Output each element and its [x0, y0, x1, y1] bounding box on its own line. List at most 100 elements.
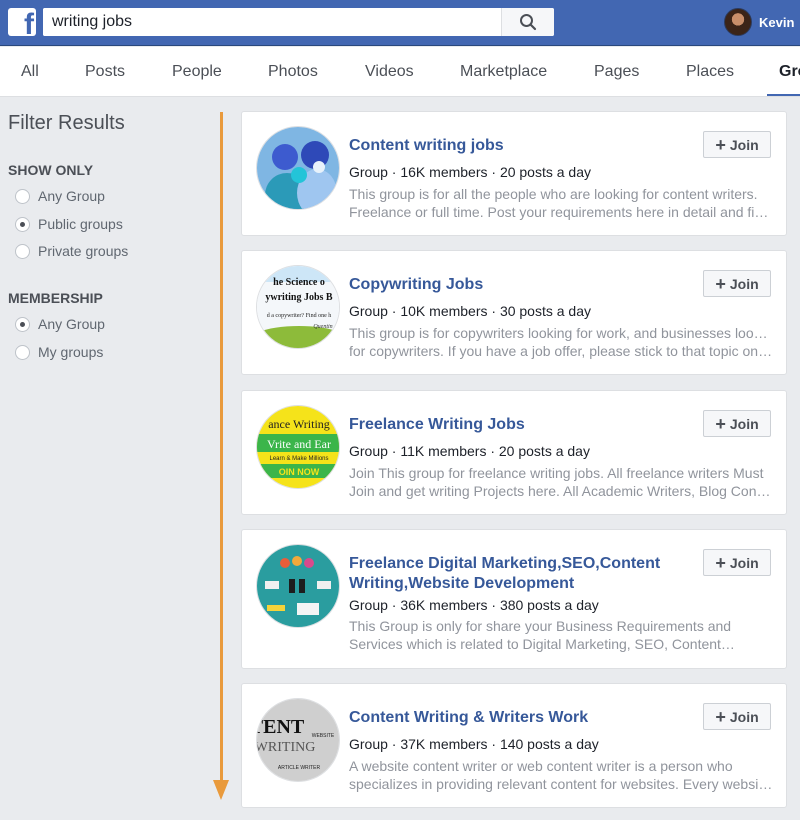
- description-line: Join and get writing Projects here. All …: [349, 483, 774, 499]
- tab-groups[interactable]: Groups: [767, 47, 800, 96]
- group-description: This group is for all the people who are…: [349, 185, 774, 221]
- group-title-link[interactable]: Copywriting Jobs: [349, 275, 689, 295]
- radio-label: Public groups: [38, 216, 123, 232]
- group-meta: Group · 37K members · 140 posts a day: [349, 736, 599, 752]
- search-input[interactable]: [43, 8, 501, 36]
- group-cover-image[interactable]: [256, 126, 340, 210]
- result-card: Freelance Digital Marketing,SEO,Content …: [241, 529, 787, 669]
- group-meta: Group · 16K members · 20 posts a day: [349, 164, 591, 180]
- facebook-logo-icon[interactable]: f: [8, 8, 36, 36]
- description-line: This group is for copywriters looking fo…: [349, 325, 774, 341]
- join-label: Join: [729, 136, 759, 153]
- radio-button-checked[interactable]: [15, 216, 30, 232]
- filter-title: Filter Results: [8, 112, 125, 134]
- group-title-link[interactable]: Freelance Digital Marketing,SEO,Content …: [349, 554, 689, 594]
- membership-my-groups[interactable]: My groups: [15, 343, 103, 361]
- show-only-heading: SHOW ONLY: [8, 162, 94, 178]
- join-label: Join: [729, 415, 759, 432]
- description-line: Services which is related to Digital Mar…: [349, 636, 735, 652]
- tab-marketplace[interactable]: Marketplace: [460, 47, 547, 96]
- description-line: This group is for all the people who are…: [349, 186, 758, 202]
- membership-any-group[interactable]: Any Group: [15, 315, 105, 333]
- group-description: A website content writer or web content …: [349, 757, 774, 793]
- cover-text: he Science o: [273, 277, 325, 288]
- cover-text: TENT: [257, 716, 305, 738]
- filter-public-groups[interactable]: Public groups: [15, 215, 123, 233]
- plus-icon: +: [715, 706, 726, 727]
- description-line: specializes in providing relevant conten…: [349, 776, 774, 792]
- search-tabs: All Posts People Photos Videos Marketpla…: [0, 47, 800, 97]
- cover-text: WEBSITE: [312, 733, 335, 739]
- description-line: A website content writer or web content …: [349, 758, 733, 774]
- plus-icon: +: [715, 552, 726, 573]
- group-meta: Group · 11K members · 20 posts a day: [349, 443, 590, 459]
- description-line: This Group is only for share your Busine…: [349, 618, 732, 634]
- search-box: [43, 8, 554, 36]
- group-meta: Group · 10K members · 30 posts a day: [349, 303, 591, 319]
- facebook-logo-glyph: f: [24, 8, 34, 37]
- scroll-arrow-head-icon: [213, 780, 229, 800]
- tab-posts[interactable]: Posts: [85, 47, 125, 96]
- group-description: Join This group for freelance writing jo…: [349, 464, 774, 500]
- cover-text: ance Writing: [268, 417, 330, 431]
- group-cover-image[interactable]: he Science o ywriting Jobs B d a copywri…: [256, 265, 340, 349]
- group-cover-image[interactable]: TENT WRITING WEBSITE ARTICLE WRITER: [256, 698, 340, 782]
- group-cover-image[interactable]: [256, 544, 340, 628]
- tab-photos[interactable]: Photos: [268, 47, 318, 96]
- description-line: Freelance or full time. Post your requir…: [349, 204, 774, 220]
- cover-text: ywriting Jobs B: [265, 292, 333, 303]
- avatar: [724, 8, 752, 36]
- join-button[interactable]: + Join: [703, 549, 771, 576]
- group-title-link[interactable]: Content writing jobs: [349, 136, 689, 156]
- group-title-link[interactable]: Freelance Writing Jobs: [349, 415, 689, 435]
- user-name: Kevin: [759, 14, 795, 30]
- join-button[interactable]: + Join: [703, 410, 771, 437]
- tab-videos[interactable]: Videos: [365, 47, 414, 96]
- cover-text: WRITING: [257, 740, 315, 755]
- radio-label: My groups: [38, 344, 104, 360]
- join-label: Join: [729, 275, 759, 292]
- cover-text: ARTICLE WRITER: [278, 765, 321, 771]
- top-bar: f Kevin: [0, 0, 800, 46]
- group-cover-image[interactable]: ance Writing Vrite and Ear Learn & Make …: [256, 405, 340, 489]
- plus-icon: +: [715, 134, 726, 155]
- tab-all[interactable]: All: [21, 47, 39, 96]
- result-card: Content writing jobs Group · 16K members…: [241, 111, 787, 236]
- description-line: Join This group for freelance writing jo…: [349, 465, 764, 481]
- description-line: for copywriters. If you have a job offer…: [349, 343, 774, 359]
- group-description: This Group is only for share your Busine…: [349, 617, 774, 653]
- radio-label: Private groups: [38, 243, 129, 259]
- radio-button[interactable]: [15, 243, 30, 259]
- result-card: ance Writing Vrite and Ear Learn & Make …: [241, 390, 787, 515]
- cover-text: d a copywriter? Find one h: [267, 313, 331, 319]
- join-label: Join: [729, 554, 759, 571]
- membership-heading: MEMBERSHIP: [8, 290, 103, 306]
- tab-places[interactable]: Places: [686, 47, 734, 96]
- radio-button-checked[interactable]: [15, 316, 30, 332]
- join-button[interactable]: + Join: [703, 131, 771, 158]
- radio-button[interactable]: [15, 344, 30, 360]
- group-meta: Group · 36K members · 380 posts a day: [349, 597, 599, 613]
- filter-private-groups[interactable]: Private groups: [15, 242, 128, 260]
- plus-icon: +: [715, 273, 726, 294]
- join-button[interactable]: + Join: [703, 703, 771, 730]
- cover-text: Vrite and Ear: [267, 437, 331, 451]
- tab-people[interactable]: People: [172, 47, 222, 96]
- group-description: This group is for copywriters looking fo…: [349, 324, 774, 360]
- result-card: he Science o ywriting Jobs B d a copywri…: [241, 250, 787, 375]
- cover-text: Quentin: [313, 324, 332, 330]
- join-button[interactable]: + Join: [703, 270, 771, 297]
- cover-text: Learn & Make Millions: [269, 456, 328, 462]
- scroll-arrow-line: [220, 112, 223, 782]
- search-button[interactable]: [501, 8, 554, 36]
- tab-pages[interactable]: Pages: [594, 47, 639, 96]
- filter-any-group[interactable]: Any Group: [15, 187, 105, 205]
- group-title-link[interactable]: Content Writing & Writers Work: [349, 708, 689, 728]
- radio-label: Any Group: [38, 316, 105, 332]
- result-card: TENT WRITING WEBSITE ARTICLE WRITER Cont…: [241, 683, 787, 808]
- search-icon: [520, 14, 537, 31]
- cover-text: OIN NOW: [279, 467, 320, 477]
- radio-button[interactable]: [15, 188, 30, 204]
- user-profile-link[interactable]: Kevin: [724, 8, 794, 36]
- join-label: Join: [729, 708, 759, 725]
